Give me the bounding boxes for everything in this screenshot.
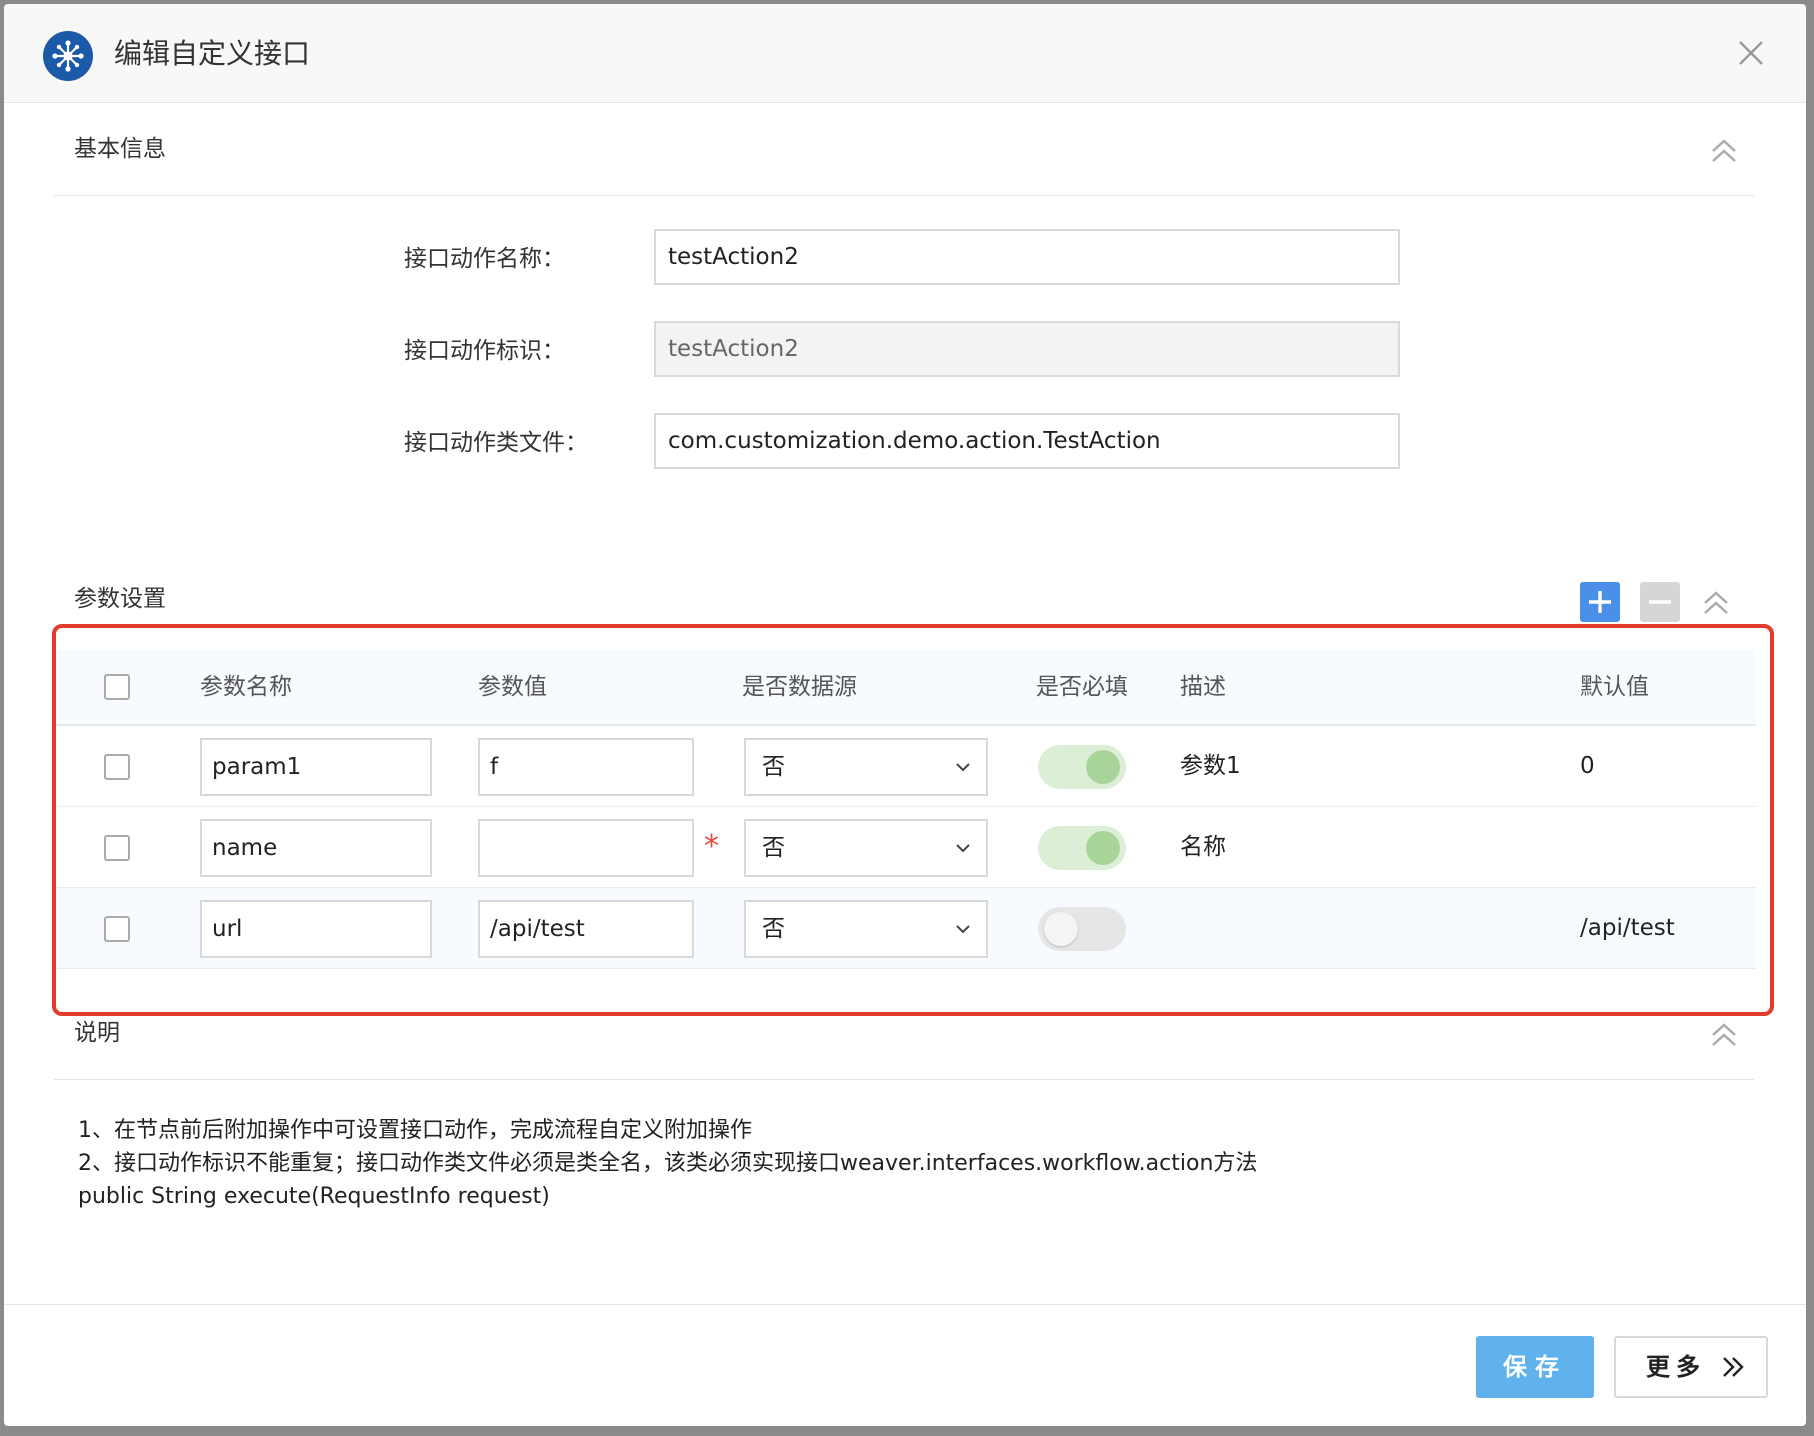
divider [54, 195, 1754, 196]
action-id-label: 接口动作标识： [404, 338, 565, 364]
save-button[interactable]: 保存 [1476, 1336, 1594, 1398]
app-logo-icon [43, 31, 93, 81]
minus-icon [1649, 600, 1671, 604]
action-class-input[interactable]: com.customization.demo.action.TestAction [654, 413, 1400, 469]
action-class-label: 接口动作类文件： [404, 430, 588, 456]
collapse-notes-icon[interactable] [1710, 1022, 1738, 1048]
divider [54, 1079, 1754, 1080]
params-section-title: 参数设置 [74, 586, 166, 612]
notes-section-title: 说明 [74, 1020, 120, 1046]
close-icon[interactable] [1734, 36, 1768, 70]
note-line: 2、接口动作标识不能重复；接口动作类文件必须是类全名，该类必须实现接口weave… [78, 1151, 1258, 1176]
basic-info-section-title: 基本信息 [74, 136, 166, 162]
action-name-input[interactable]: testAction2 [654, 229, 1400, 285]
collapse-basic-icon[interactable] [1710, 138, 1738, 164]
add-row-button[interactable] [1580, 582, 1620, 622]
remove-row-button[interactable] [1640, 582, 1680, 622]
plus-icon [1589, 591, 1611, 613]
notes-content: 1、在节点前后附加操作中可设置接口动作，完成流程自定义附加操作 2、接口动作标识… [78, 1114, 1257, 1213]
note-line: public String execute(RequestInfo reques… [78, 1184, 550, 1209]
action-id-input: testAction2 [654, 321, 1400, 377]
action-name-label: 接口动作名称： [404, 246, 565, 272]
more-button[interactable]: 更多 [1614, 1336, 1768, 1398]
edit-interface-dialog: 编辑自定义接口 基本信息 接口动作名称： testAction2 接口动作标识：… [4, 4, 1806, 1426]
more-button-label: 更多 [1646, 1353, 1706, 1381]
highlight-box [52, 624, 1774, 1016]
dialog-header: 编辑自定义接口 [4, 4, 1806, 103]
footer-divider [4, 1304, 1806, 1305]
dialog-title: 编辑自定义接口 [114, 37, 311, 70]
note-line: 1、在节点前后附加操作中可设置接口动作，完成流程自定义附加操作 [78, 1118, 752, 1143]
collapse-params-icon[interactable] [1702, 590, 1730, 616]
double-chevron-right-icon [1723, 1357, 1744, 1377]
